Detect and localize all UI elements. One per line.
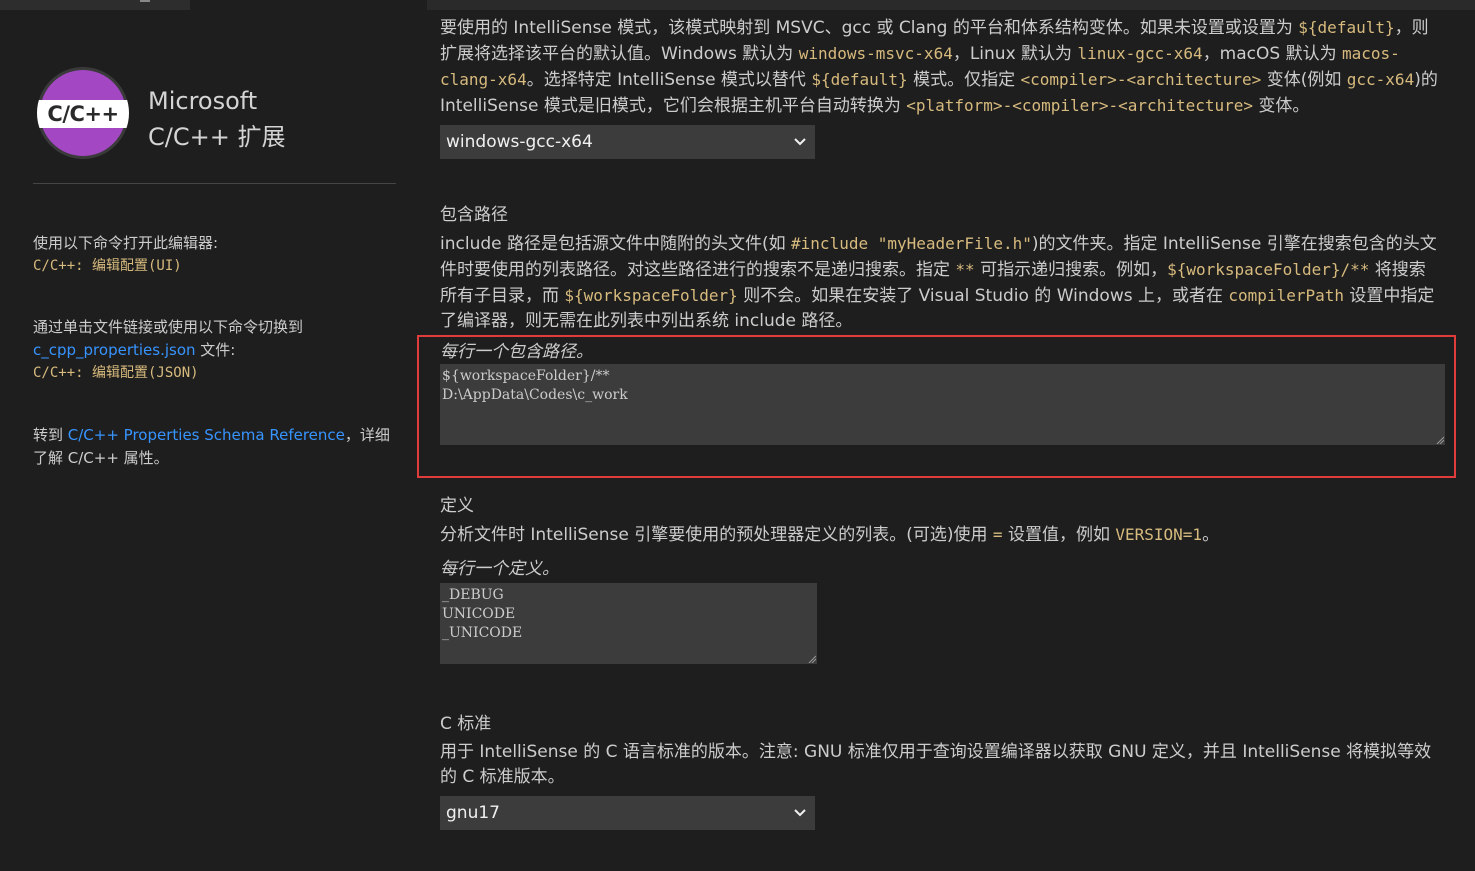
switch-json-help: 通过单击文件链接或使用以下命令切换到 c_cpp_properties.json… [33, 316, 393, 385]
defines-textarea[interactable]: _DEBUG UNICODE _UNICODE [440, 583, 817, 664]
define-line: _UNICODE [442, 625, 523, 641]
code-compiler-arch: <compiler>-<architecture> [1020, 70, 1262, 89]
defines-description: 分析文件时 IntelliSense 引擎要使用的预处理器定义的列表。(可选)使… [440, 522, 1440, 548]
schema-reference-link[interactable]: C/C++ Properties Schema Reference [68, 426, 345, 444]
desc-text: 。 [1202, 525, 1220, 545]
extension-title-publisher: Microsoft [148, 87, 258, 115]
resize-grip-icon[interactable] [808, 655, 816, 663]
desc-text: 模式。仅指定 [907, 70, 1021, 90]
desc-text: 要使用的 IntelliSense 模式，该模式映射到 MSVC、gcc 或 C… [440, 18, 1299, 38]
desc-text: 。选择特定 IntelliSense 模式以替代 [526, 70, 812, 90]
desc-text: ，macOS 默认为 [1202, 44, 1342, 64]
logo-text: C/C++ [47, 102, 119, 126]
defines-hint: 每行一个定义。 [440, 559, 559, 579]
goto-prefix: 转到 [33, 426, 68, 444]
include-path-description: include 路径是包括源文件中随附的头文件(如 #include "myHe… [440, 231, 1440, 334]
code-compiler-path: compilerPath [1228, 286, 1344, 305]
desc-text: 则不会。如果在安装了 Visual Studio 的 Windows 上，或者在 [737, 286, 1229, 306]
code-include-example: #include "myHeaderFile.h" [791, 234, 1032, 253]
chevron-down-icon [794, 809, 806, 817]
include-path-textarea[interactable]: ${workspaceFolder}/** D:\AppData\Codes\c… [440, 364, 1445, 445]
switch-json-suffix: 文件: [195, 341, 236, 359]
code-equals: = [992, 525, 1003, 544]
open-editor-help: 使用以下命令打开此编辑器: C/C++: 编辑配置(UI) [33, 232, 393, 278]
defines-heading: 定义 [440, 496, 474, 516]
include-path-line: D:\AppData\Codes\c_work [442, 387, 628, 403]
switch-json-text: 通过单击文件链接或使用以下命令切换到 [33, 318, 304, 336]
code-default: ${default} [811, 70, 908, 89]
c-standard-description: 用于 IntelliSense 的 C 语言标准的版本。注意: GNU 标准仅用… [440, 742, 1432, 787]
editor-tab-strip [0, 0, 190, 10]
code-version-example: VERSION=1 [1115, 525, 1203, 544]
code-windows-default: windows-msvc-x64 [798, 44, 953, 63]
c-standard-select[interactable]: gnu17 [440, 796, 815, 830]
desc-text: 变体。 [1253, 96, 1310, 116]
code-gcc-x64: gcc-x64 [1346, 70, 1415, 89]
desc-text: include 路径是包括源文件中随附的头文件(如 [440, 234, 792, 254]
chevron-down-icon [794, 138, 806, 146]
c-cpp-properties-link[interactable]: c_cpp_properties.json [33, 341, 196, 359]
desc-text: ，Linux 默认为 [952, 44, 1078, 64]
switch-json-command: C/C++: 编辑配置(JSON) [33, 365, 199, 381]
intellisense-mode-value: windows-gcc-x64 [446, 132, 593, 152]
desc-text: 变体(例如 [1261, 70, 1347, 90]
open-editor-command: C/C++: 编辑配置(UI) [33, 258, 182, 274]
include-path-hint: 每行一个包含路径。 [440, 342, 593, 362]
c-standard-heading: C 标准 [440, 714, 492, 734]
define-line: UNICODE [442, 606, 516, 622]
cpp-logo-icon: C/C++ [37, 67, 129, 159]
schema-reference-help: 转到 C/C++ Properties Schema Reference，详细了… [33, 424, 393, 470]
include-path-line: ${workspaceFolder}/** [442, 368, 610, 384]
intellisense-mode-description: 要使用的 IntelliSense 模式，该模式映射到 MSVC、gcc 或 C… [440, 15, 1440, 119]
editor-tab-strip-right [427, 0, 1475, 10]
code-workspace-recursive: ${workspaceFolder}/** [1167, 260, 1370, 279]
code-workspace-folder: ${workspaceFolder} [564, 286, 738, 305]
intellisense-mode-select[interactable]: windows-gcc-x64 [440, 125, 815, 159]
extension-title-name: C/C++ 扩展 [148, 123, 286, 151]
desc-text: 可指示递归搜索。例如， [974, 260, 1168, 280]
code-recursive: ** [955, 260, 975, 279]
code-linux-default: linux-gcc-x64 [1077, 44, 1203, 63]
define-line: _DEBUG [442, 587, 504, 603]
code-default: ${default} [1298, 18, 1395, 37]
code-platform-compiler-arch: <platform>-<compiler>-<architecture> [906, 96, 1254, 115]
include-path-heading: 包含路径 [440, 205, 508, 225]
resize-grip-icon[interactable] [1436, 436, 1444, 444]
open-editor-text: 使用以下命令打开此编辑器: [33, 234, 219, 252]
desc-text: 设置值，例如 [1002, 525, 1116, 545]
sidebar-divider [33, 183, 396, 184]
desc-text: 分析文件时 IntelliSense 引擎要使用的预处理器定义的列表。(可选)使… [440, 525, 993, 545]
c-standard-value: gnu17 [446, 803, 500, 823]
